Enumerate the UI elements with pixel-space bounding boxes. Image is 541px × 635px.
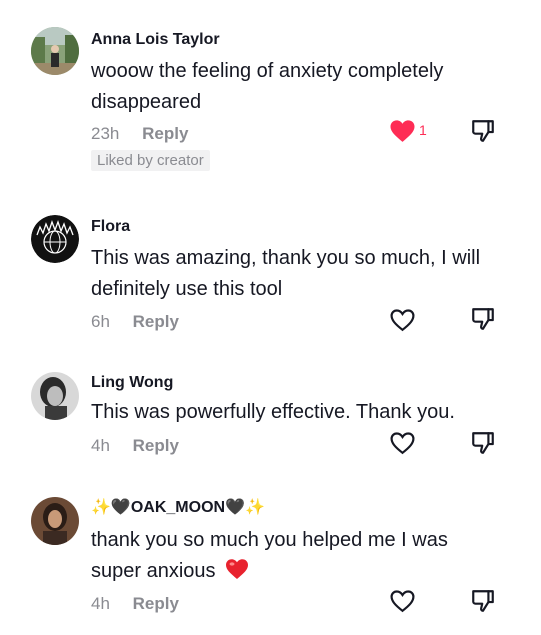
timestamp: 4h: [91, 594, 110, 613]
timestamp: 6h: [91, 312, 110, 331]
comment-text: This was powerfully effective. Thank you…: [91, 401, 455, 423]
liked-by-creator-badge: Liked by creator: [91, 150, 210, 171]
comment-text: wooow the feeling of anxiety completely …: [91, 60, 444, 113]
avatar[interactable]: [31, 497, 79, 545]
timestamp: 23h: [91, 124, 120, 143]
like-count: 1: [419, 122, 427, 138]
username[interactable]: Anna Lois Taylor: [91, 31, 220, 49]
thumbs-down-icon[interactable]: [470, 118, 496, 149]
heart-outline-icon[interactable]: [389, 308, 416, 337]
comment-text: thank you so much you helped me I was su…: [91, 525, 501, 590]
username[interactable]: Flora: [91, 218, 130, 236]
thumbs-down-icon[interactable]: [470, 306, 496, 337]
comment-meta: 4h Reply: [91, 594, 179, 614]
comment-meta: 23h Reply: [91, 124, 188, 144]
comment-meta: 4h Reply: [91, 436, 179, 456]
heart-outline-icon[interactable]: [389, 589, 416, 618]
reply-button[interactable]: Reply: [142, 124, 188, 143]
comment-text-content: thank you so much you helped me I was su…: [91, 529, 448, 582]
comment-text: This was amazing, thank you so much, I w…: [91, 247, 481, 300]
thumbs-down-icon[interactable]: [470, 588, 496, 619]
heart-filled-icon[interactable]: [389, 119, 416, 148]
timestamp: 4h: [91, 436, 110, 455]
reply-button[interactable]: Reply: [133, 312, 179, 331]
comment-meta: 6h Reply: [91, 312, 179, 332]
username[interactable]: ✨🖤OAK_MOON🖤✨: [91, 497, 265, 517]
thumbs-down-icon[interactable]: [470, 430, 496, 461]
heart-outline-icon[interactable]: [389, 431, 416, 460]
red-heart-emoji-icon: [225, 558, 249, 590]
avatar[interactable]: [31, 372, 79, 420]
reply-button[interactable]: Reply: [133, 436, 179, 455]
avatar[interactable]: [31, 27, 79, 75]
username[interactable]: Ling Wong: [91, 374, 173, 392]
reply-button[interactable]: Reply: [133, 594, 179, 613]
avatar[interactable]: [31, 215, 79, 263]
